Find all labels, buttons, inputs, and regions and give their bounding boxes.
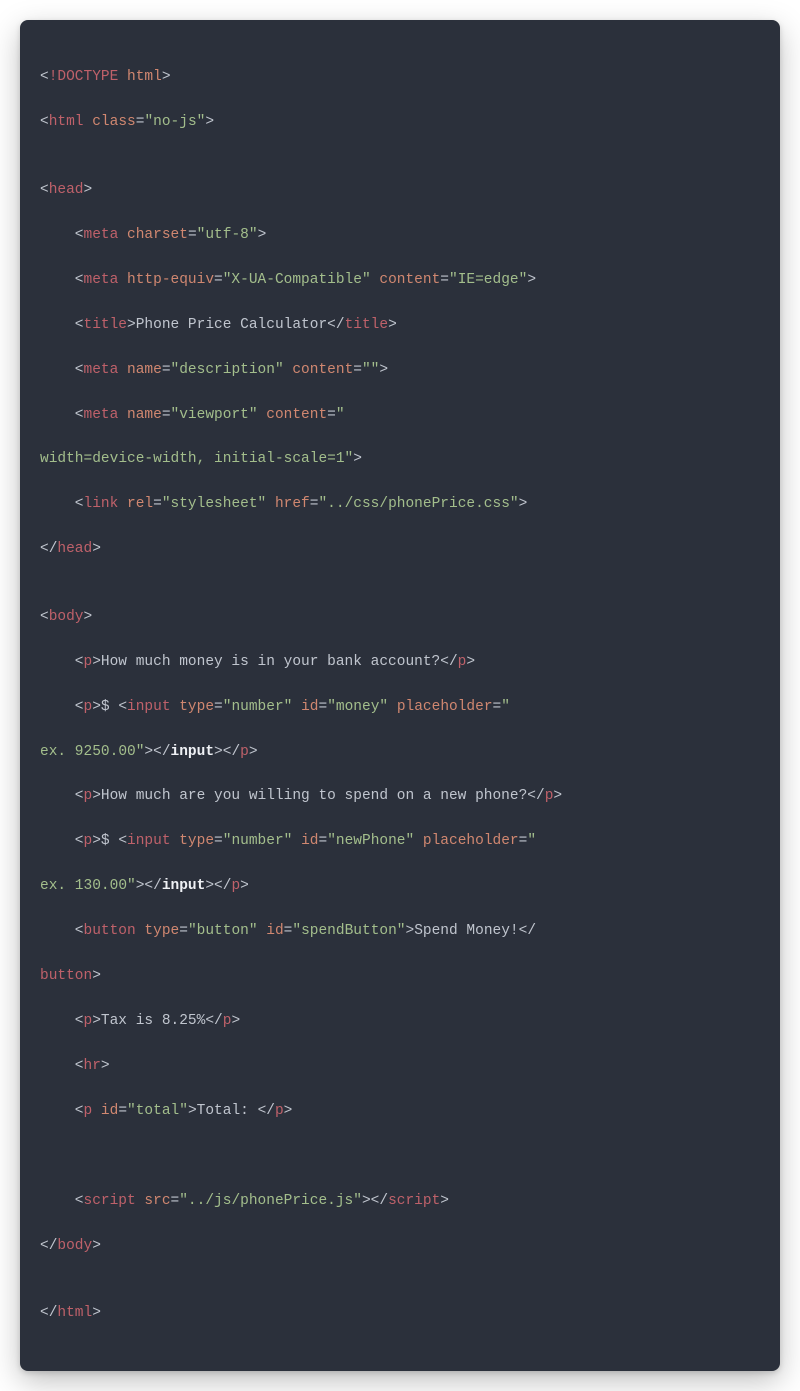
code-line: <meta name="viewport" content=": [40, 404, 760, 426]
code-line: </head>: [40, 538, 760, 560]
code-line: <meta charset="utf-8">: [40, 224, 760, 246]
code-line: ex. 9250.00"></input></p>: [40, 741, 760, 763]
code-line: <p>Tax is 8.25%</p>: [40, 1010, 760, 1032]
code-line: <button type="button" id="spendButton">S…: [40, 920, 760, 942]
code-line: <p>How much are you willing to spend on …: [40, 785, 760, 807]
code-line: <meta name="description" content="">: [40, 359, 760, 381]
code-line: width=device-width, initial-scale=1">: [40, 448, 760, 470]
code-line: <hr>: [40, 1055, 760, 1077]
code-line: <meta http-equiv="X-UA-Compatible" conte…: [40, 269, 760, 291]
code-line: <p id="total">Total: </p>: [40, 1100, 760, 1122]
code-line: <head>: [40, 179, 760, 201]
code-line: button>: [40, 965, 760, 987]
code-line: <p>$ <input type="number" id="money" pla…: [40, 696, 760, 718]
code-line: <body>: [40, 606, 760, 628]
code-line: <p>How much money is in your bank accoun…: [40, 651, 760, 673]
code-line: <p>$ <input type="number" id="newPhone" …: [40, 830, 760, 852]
code-line: <link rel="stylesheet" href="../css/phon…: [40, 493, 760, 515]
code-line: <!DOCTYPE html>: [40, 66, 760, 88]
code-line: </html>: [40, 1302, 760, 1324]
code-line: <script src="../js/phonePrice.js"></scri…: [40, 1190, 760, 1212]
code-line: <html class="no-js">: [40, 111, 760, 133]
code-line: ex. 130.00"></input></p>: [40, 875, 760, 897]
code-snippet: <!DOCTYPE html> <html class="no-js"> <he…: [20, 20, 780, 1371]
code-line: <title>Phone Price Calculator</title>: [40, 314, 760, 336]
code-line: </body>: [40, 1235, 760, 1257]
